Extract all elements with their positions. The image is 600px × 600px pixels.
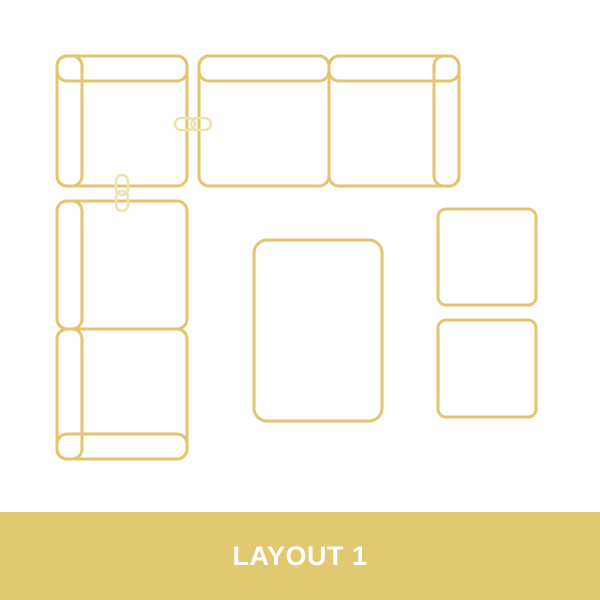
layout-card: LAYOUT 1: [0, 0, 600, 600]
link-clip-vertical: [114, 173, 130, 213]
link-clip-horizontal: [173, 116, 213, 132]
ottoman-top: [436, 207, 538, 307]
furniture-layout-diagram: [55, 54, 538, 461]
armless-seat-left: [55, 199, 189, 331]
layout-title-bar: LAYOUT 1: [0, 512, 600, 600]
corner-seat-top-left: [55, 54, 189, 188]
corner-seat-top-right: [327, 54, 461, 188]
layout-title: LAYOUT 1: [232, 540, 368, 571]
coffee-table: [252, 238, 384, 423]
corner-seat-bottom-left: [55, 327, 189, 461]
ottoman-bottom: [436, 318, 538, 419]
middle-seat: [197, 54, 331, 188]
